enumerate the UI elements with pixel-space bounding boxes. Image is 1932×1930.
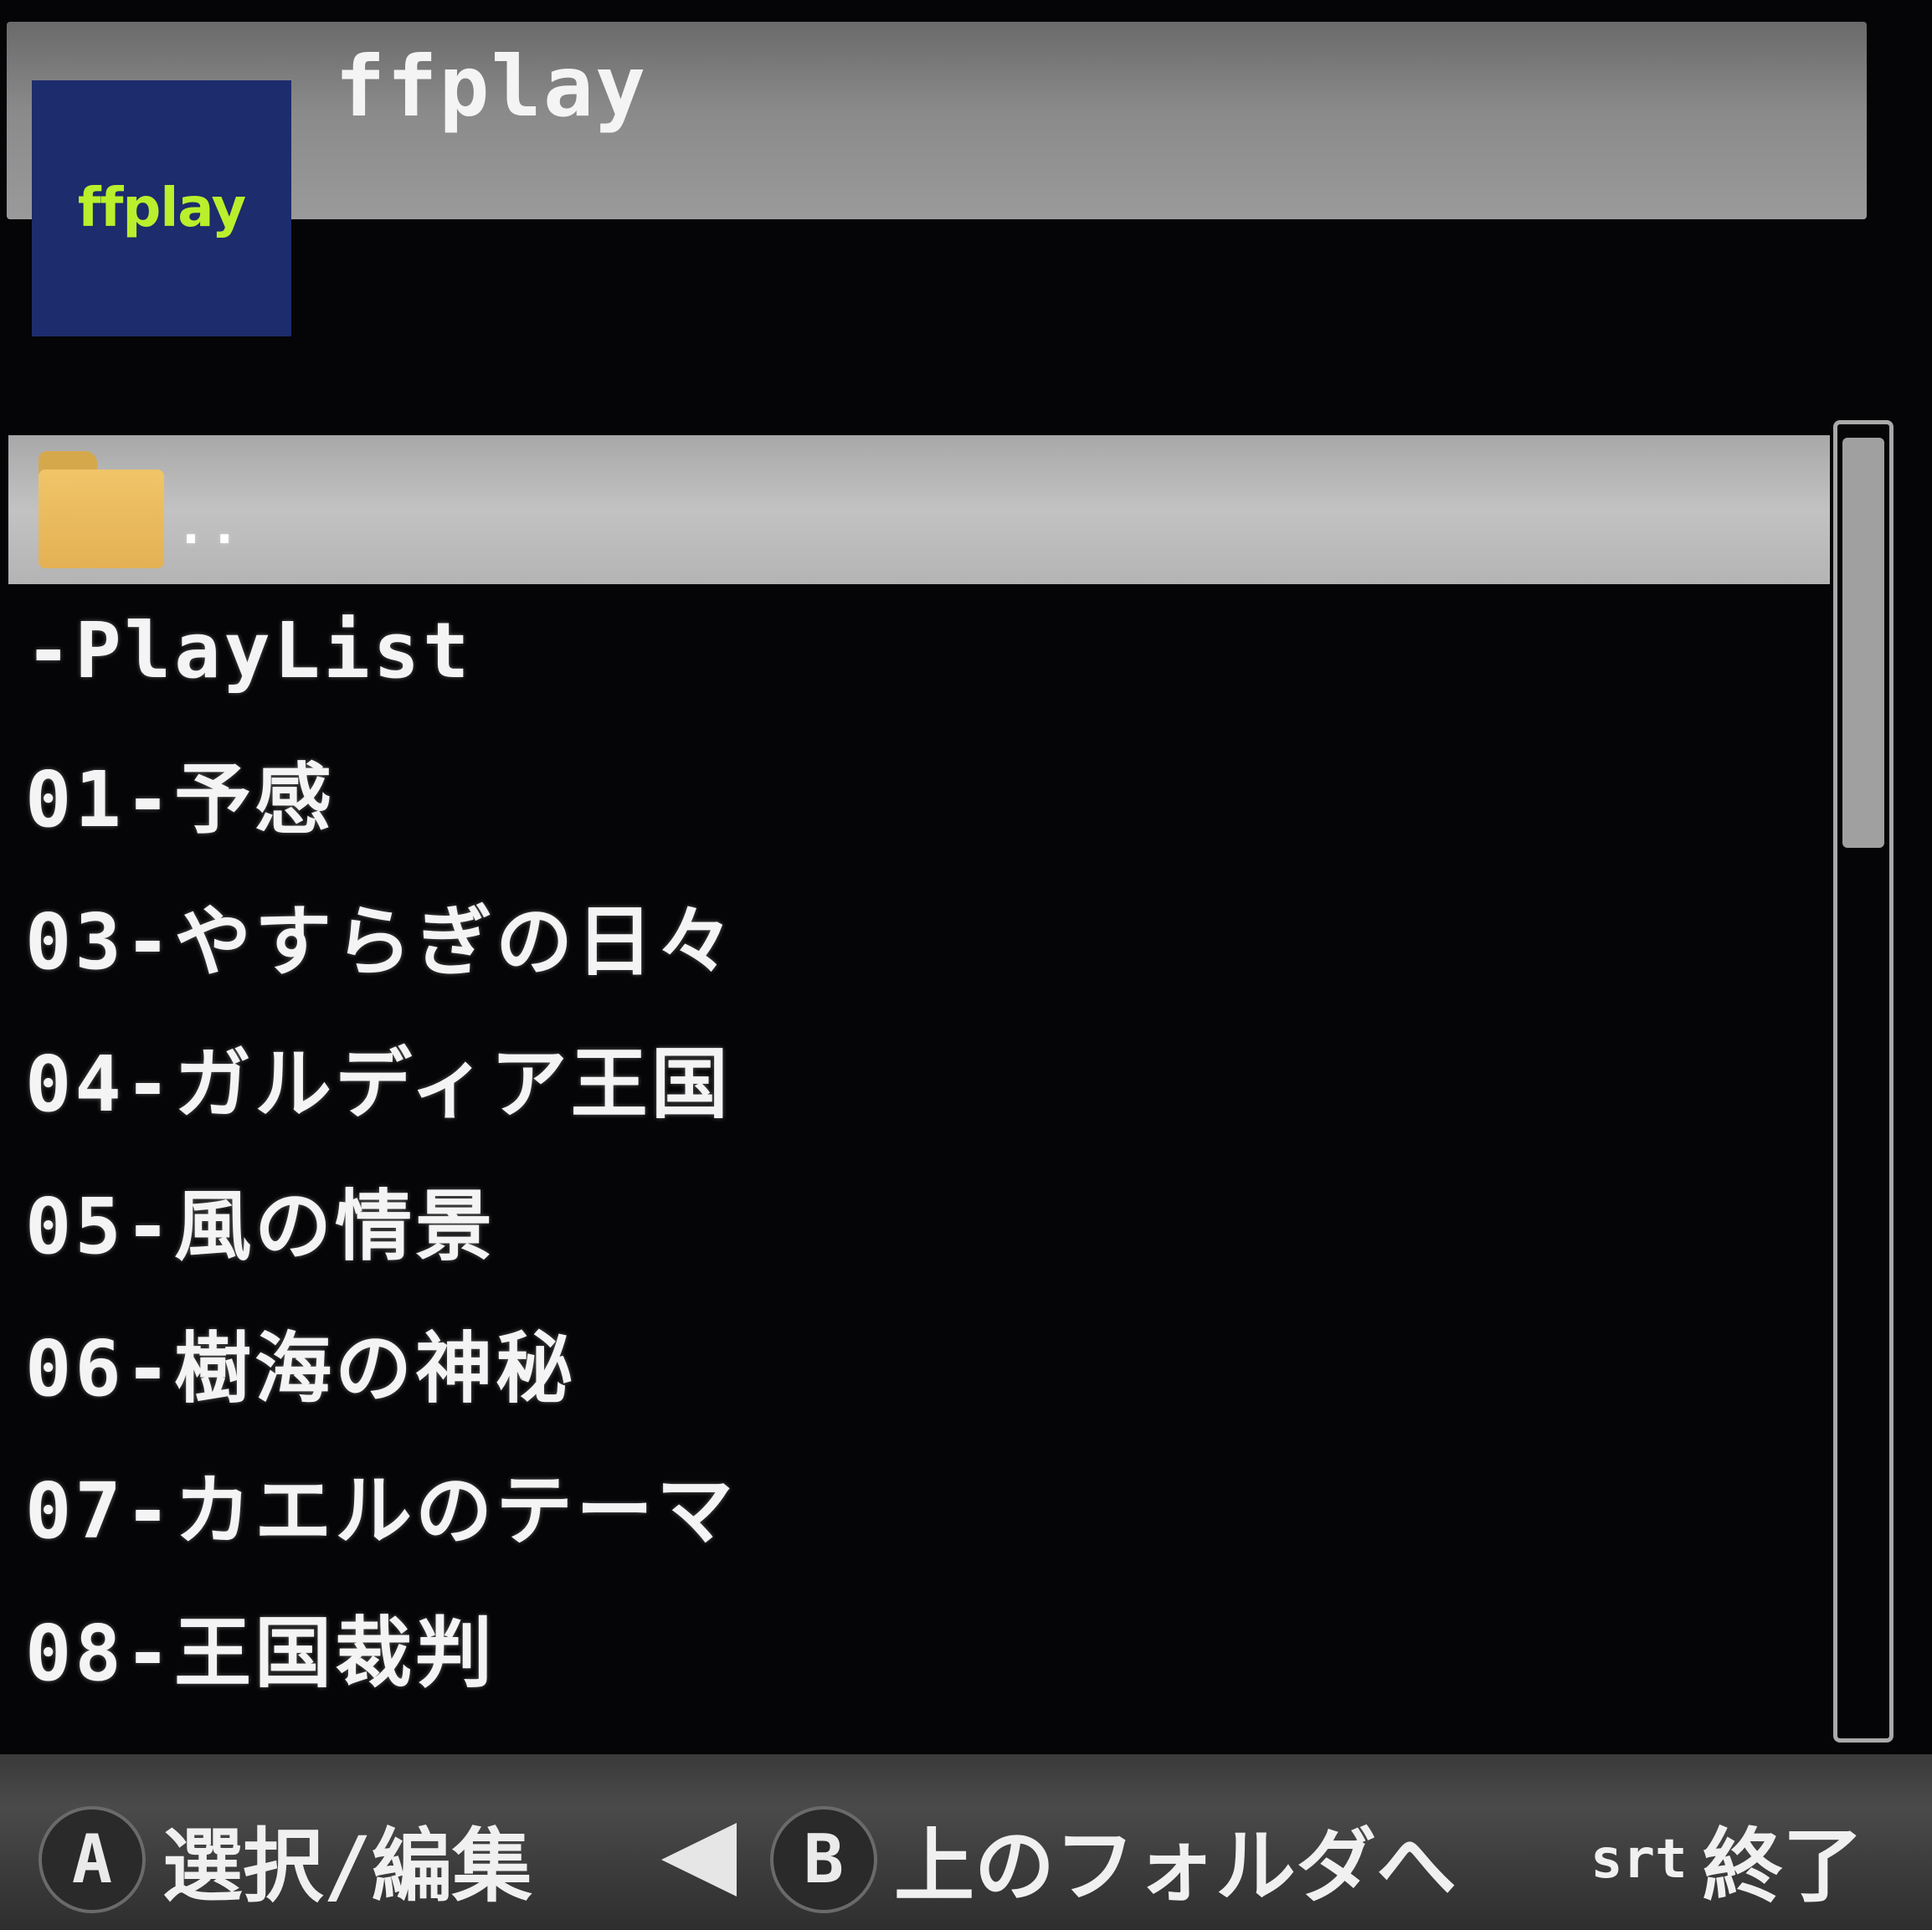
- b-button-icon: B: [770, 1805, 877, 1913]
- list-item[interactable]: 08-王国裁判: [8, 1575, 1830, 1717]
- app-title: ffplay: [335, 38, 648, 136]
- list-item-label: 06-樹海の神秘: [25, 1323, 577, 1414]
- list-item-label: 04-ガルディア王国: [25, 1039, 732, 1129]
- list-item-label: 01-予感: [25, 754, 336, 844]
- list-item[interactable]: 03-やすらぎの日々: [8, 864, 1830, 1006]
- list-item[interactable]: 05-風の情景: [8, 1148, 1830, 1291]
- list-item-parent-folder[interactable]: ..: [8, 435, 1830, 584]
- list-item[interactable]: 06-樹海の神秘: [8, 1291, 1830, 1433]
- start-button-icon: srt: [1590, 1828, 1688, 1891]
- list-item-label: 03-やすらぎの日々: [25, 896, 737, 987]
- list-item[interactable]: 01-予感: [8, 721, 1830, 864]
- list-item-label: 05-風の情景: [25, 1181, 496, 1271]
- button-hint-bar: A 選択/編集 B 上のフォルダへ srt 終了: [0, 1754, 1932, 1930]
- hint-exit: srt 終了: [1590, 1801, 1863, 1917]
- list-item[interactable]: 04-ガルディア王国: [8, 1006, 1830, 1148]
- hint-exit-label: 終了: [1702, 1820, 1863, 1913]
- file-list: .. -PlayList 01-予感 03-やすらぎの日々 04-ガルディア王国…: [8, 429, 1830, 1743]
- a-button-icon: A: [39, 1805, 146, 1913]
- list-item-label: -PlayList: [25, 605, 473, 696]
- list-item[interactable]: -PlayList: [8, 579, 1830, 721]
- scrollbar[interactable]: [1833, 420, 1893, 1743]
- left-arrow-icon: [661, 1822, 737, 1897]
- list-item-label: ..: [176, 497, 244, 556]
- hint-select-label: 選択/編集: [162, 1820, 532, 1913]
- hint-back-label: 上のフォルダへ: [894, 1820, 1457, 1913]
- list-item[interactable]: 07-カエルのテーマ: [8, 1433, 1830, 1575]
- scrollbar-thumb[interactable]: [1842, 438, 1884, 848]
- folder-icon: [39, 451, 164, 568]
- app-icon-label: ffplay: [77, 177, 246, 239]
- list-item-label: 08-王国裁判: [25, 1608, 496, 1698]
- ffplay-screen: ffplay ffplay .. -PlayList 01-予感 03-やすらぎ…: [0, 0, 1932, 1930]
- hint-back: B 上のフォルダへ: [661, 1801, 1457, 1917]
- hint-select: A 選択/編集: [39, 1801, 532, 1917]
- ffplay-logo-icon: ffplay: [32, 80, 291, 336]
- list-item-label: 07-カエルのテーマ: [25, 1465, 737, 1556]
